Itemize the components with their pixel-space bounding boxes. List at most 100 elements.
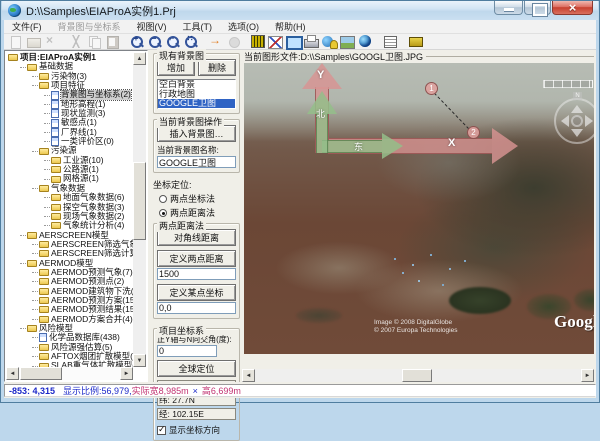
measure-point-1[interactable]: 1 xyxy=(425,82,438,95)
tree-horizontal-scrollbar[interactable] xyxy=(6,367,133,380)
toolbar-separator xyxy=(375,35,382,48)
menu-file[interactable]: 文件(F) xyxy=(4,19,50,34)
maximize-button[interactable] xyxy=(524,1,551,15)
scroll-right-icon[interactable] xyxy=(581,369,594,382)
actual-width: 实际宽8,985m xyxy=(132,384,189,397)
open-file-icon[interactable] xyxy=(25,35,41,48)
zoom-extent-icon[interactable]: ∷ xyxy=(183,35,199,48)
menu-view[interactable]: 视图(V) xyxy=(129,19,175,34)
angle-field[interactable] xyxy=(157,345,217,357)
paste-icon[interactable] xyxy=(104,35,120,48)
toolbar-separator xyxy=(244,35,251,48)
folder-icon xyxy=(51,213,61,220)
tree-vertical-scrollbar[interactable] xyxy=(133,52,146,367)
scrollbar-thumb[interactable] xyxy=(20,367,62,380)
copy-icon[interactable] xyxy=(86,35,102,48)
background-list[interactable]: 空白背景 行政地图 GOOGLE卫图 xyxy=(157,79,236,109)
compass-down-icon xyxy=(571,129,583,137)
y-axis-label: Y xyxy=(317,69,324,81)
x-axis-arrowhead-icon xyxy=(492,128,518,164)
global-positioning-button[interactable]: 全球定位 xyxy=(157,360,236,377)
current-background-group: 当前背景图操作 插入背景图… 当前背景图名称: xyxy=(153,119,240,173)
menu-tools[interactable]: 工具(T) xyxy=(175,19,221,34)
folder-icon xyxy=(8,54,18,61)
scrollbar-thumb[interactable] xyxy=(402,369,432,382)
current-background-name-label: 当前背景图名称: xyxy=(157,144,236,156)
globe-icon[interactable] xyxy=(357,35,373,48)
screen-icon[interactable] xyxy=(285,35,301,48)
folder-icon xyxy=(27,325,37,332)
two-point-distance-group: 两点距离法 对角线距离 定义两点距离 定义某点坐标 xyxy=(153,223,240,319)
define-point-coordinate-button[interactable]: 定义某点坐标 xyxy=(157,284,236,301)
menu-help[interactable]: 帮助(H) xyxy=(267,19,314,34)
folder-icon xyxy=(39,250,49,257)
compass-control: N xyxy=(549,93,594,149)
project-tree: 项目:EIAProA实例1 基础数据 污染物(3) 项目特征 背景图与坐标系(2… xyxy=(6,52,133,367)
chart-icon[interactable] xyxy=(267,35,283,48)
stop-icon[interactable] xyxy=(226,35,242,48)
scroll-right-icon[interactable] xyxy=(120,367,133,380)
distance-value-field[interactable] xyxy=(157,268,236,280)
measure-point-2[interactable]: 2 xyxy=(467,126,480,139)
two-point-distance-radio[interactable]: 两点距离法 xyxy=(159,206,240,219)
scrollbar-thumb[interactable] xyxy=(133,162,146,240)
close-button[interactable] xyxy=(552,1,593,15)
satellite-map-view[interactable]: Y 北 东 X 1 2 N Image © 2008 xyxy=(244,63,594,354)
define-two-point-distance-button[interactable]: 定义两点距离 xyxy=(157,250,236,267)
scroll-down-icon[interactable] xyxy=(133,354,146,367)
zoom-in-icon[interactable]: + xyxy=(129,35,145,48)
building-dots xyxy=(394,258,396,260)
north-label: 北 xyxy=(316,107,325,120)
cut-icon[interactable] xyxy=(68,35,84,48)
menu-bar: 文件(F) 背景图与坐标系 视图(V) 工具(T) 选项(O) 帮助(H) xyxy=(4,20,596,34)
compass-center-icon xyxy=(571,115,583,127)
point-coordinate-field[interactable] xyxy=(157,302,236,314)
compass-left-icon xyxy=(561,115,569,127)
map-panel: 当前图形文件:D:\\Samples\GOOGL卫图.JPG Y 北 xyxy=(242,50,596,382)
zoom-out-icon[interactable]: − xyxy=(147,35,163,48)
island xyxy=(296,308,342,323)
project-tree-panel: 项目:EIAProA实例1 基础数据 污染物(3) 项目特征 背景图与坐标系(2… xyxy=(4,50,148,382)
pan-forward-icon[interactable] xyxy=(208,35,224,48)
status-bar: -853: 4,315 显示比例:56,979, 实际宽8,985m × 高6,… xyxy=(4,382,596,398)
imagery-copyright: Image © 2008 DigitalGlobe © 2007 Europa … xyxy=(374,319,457,334)
minimize-button[interactable] xyxy=(494,1,523,15)
toolbox-icon[interactable] xyxy=(407,35,423,48)
document-icon xyxy=(51,91,59,100)
new-file-icon[interactable] xyxy=(7,35,23,48)
google-logo: Google xyxy=(554,312,594,332)
map-horizontal-scrollbar[interactable] xyxy=(242,369,594,382)
scroll-left-icon[interactable] xyxy=(6,367,19,380)
group-title: 当前背景图操作 xyxy=(157,115,224,128)
folder-icon xyxy=(39,288,49,295)
menu-background-coords[interactable]: 背景图与坐标系 xyxy=(50,19,129,34)
folder-icon xyxy=(51,222,61,229)
folder-icon xyxy=(39,241,49,248)
document-icon xyxy=(39,333,47,342)
folder-icon xyxy=(39,185,49,192)
background-list-item-selected[interactable]: GOOGLE卫图 xyxy=(158,99,235,109)
folder-icon xyxy=(27,64,37,71)
folder-icon xyxy=(51,157,61,164)
current-background-name-field[interactable] xyxy=(157,156,236,168)
menu-options[interactable]: 选项(O) xyxy=(220,19,267,34)
toolbar-separator xyxy=(61,35,68,48)
show-coordinate-direction-checkbox[interactable]: 显示坐标方向 xyxy=(157,424,236,436)
globe-locate-icon[interactable] xyxy=(321,35,337,48)
zoom-window-icon[interactable]: ⌐ xyxy=(165,35,181,48)
compass-right-icon xyxy=(585,115,593,127)
two-point-coordinate-radio[interactable]: 两点坐标法 xyxy=(159,192,240,205)
printer-icon[interactable] xyxy=(303,35,319,48)
properties-icon[interactable] xyxy=(382,35,398,48)
display-scale: 显示比例:56,979, xyxy=(63,384,132,397)
legend-bars-icon[interactable] xyxy=(251,35,265,48)
east-arrow xyxy=(322,140,382,153)
scroll-left-icon[interactable] xyxy=(242,369,255,382)
close-project-icon[interactable] xyxy=(43,35,59,48)
window-controls xyxy=(493,1,593,15)
toolbar-separator xyxy=(400,35,407,48)
image-icon[interactable] xyxy=(339,35,355,48)
app-window: D:\\Samples\EIAProA实例1.Prj 文件(F) 背景图与坐标系… xyxy=(0,0,600,403)
scroll-up-icon[interactable] xyxy=(133,52,146,65)
folder-icon xyxy=(51,166,61,173)
